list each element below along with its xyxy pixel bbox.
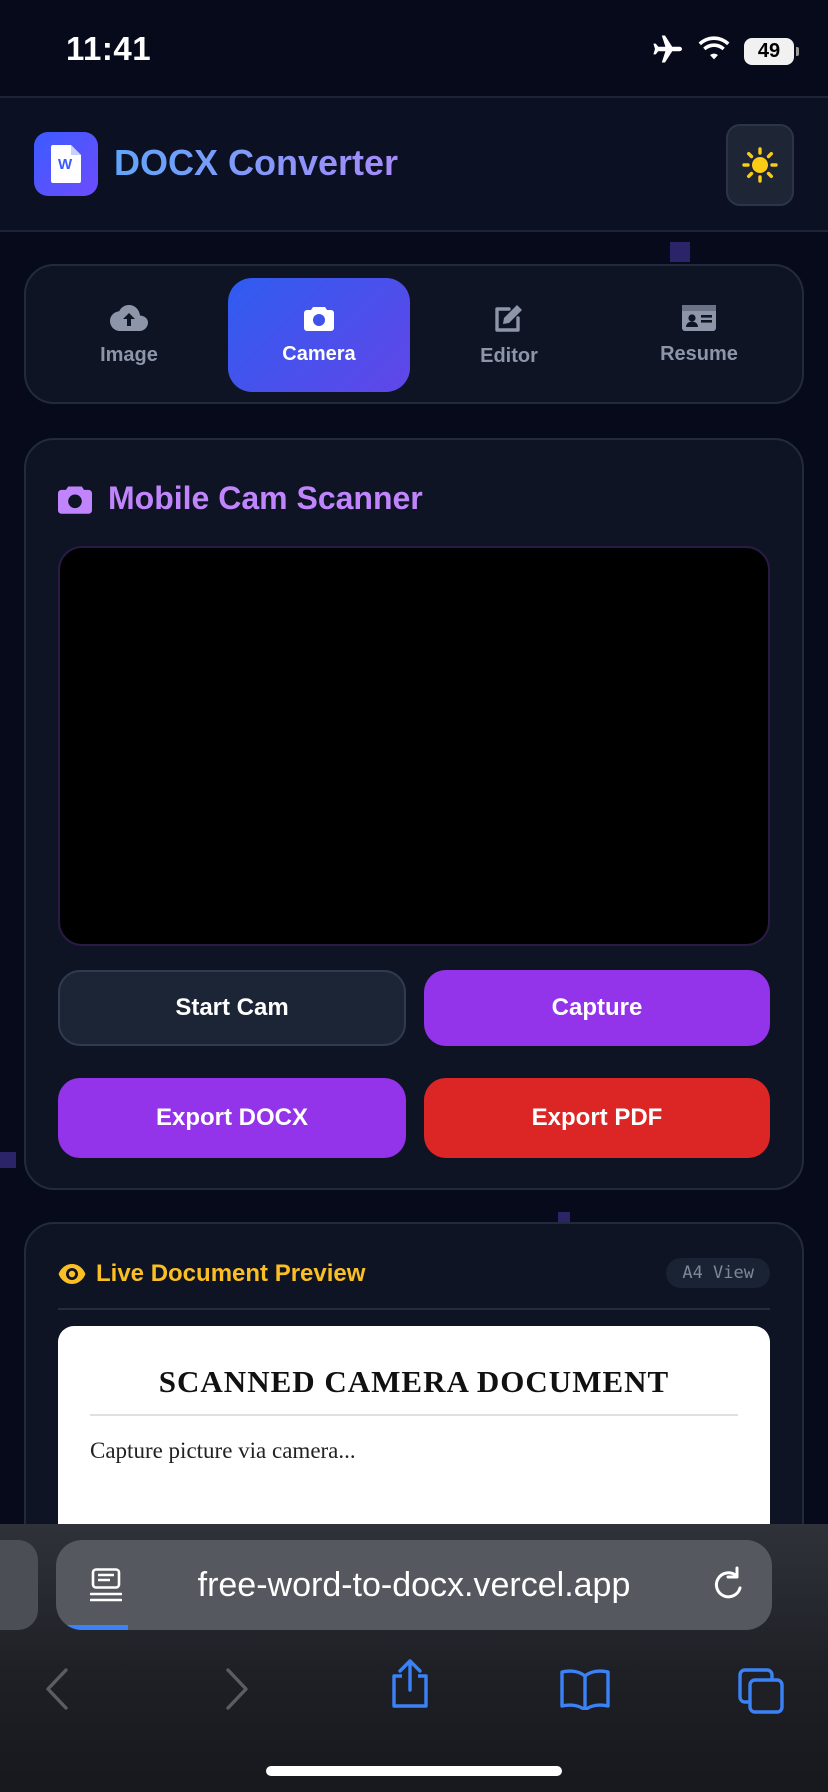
edit-icon	[495, 304, 522, 332]
browser-toolbar: free-word-to-docx.vercel.app	[0, 1524, 828, 1792]
camera-viewport	[58, 546, 770, 946]
status-time: 11:41	[66, 30, 152, 67]
start-cam-button[interactable]: Start Cam	[58, 970, 406, 1046]
decorative-square	[0, 1152, 16, 1168]
tab-label: Editor	[480, 344, 538, 367]
airplane-icon	[652, 34, 684, 69]
tab-label: Image	[100, 343, 158, 366]
divider	[58, 1308, 770, 1310]
decorative-square	[670, 242, 690, 262]
battery-icon: 49	[744, 38, 799, 65]
logo-letter: W	[58, 156, 73, 173]
address-bar[interactable]: free-word-to-docx.vercel.app	[56, 1540, 772, 1630]
previous-tab-pill[interactable]	[0, 1540, 38, 1630]
id-card-icon	[682, 304, 716, 331]
mode-tabs: Image Camera Editor Resume	[24, 264, 804, 404]
scanner-title-text: Mobile Cam Scanner	[108, 480, 423, 516]
page-load-progress	[56, 1625, 128, 1630]
a4-view-badge: A4 View	[666, 1258, 770, 1288]
status-icons: 49	[652, 34, 799, 69]
share-icon[interactable]	[388, 1658, 432, 1713]
sun-icon	[742, 147, 778, 183]
camera-icon	[58, 486, 92, 514]
app-header: W DOCX Converter	[0, 96, 828, 232]
theme-toggle-button[interactable]	[726, 124, 794, 206]
cam-scanner-card: Mobile Cam Scanner Start Cam Capture Exp…	[24, 438, 804, 1190]
url-text[interactable]: free-word-to-docx.vercel.app	[56, 1540, 772, 1630]
cloud-upload-icon	[110, 304, 148, 331]
reload-icon[interactable]	[710, 1566, 746, 1609]
forward-icon[interactable]	[224, 1668, 250, 1715]
tab-resume[interactable]: Resume	[608, 278, 790, 392]
status-bar: 11:41 49	[0, 0, 828, 96]
back-icon[interactable]	[44, 1668, 70, 1715]
wifi-icon	[698, 36, 730, 67]
tab-image[interactable]: Image	[38, 278, 220, 392]
capture-button[interactable]: Capture	[424, 970, 770, 1046]
scanner-title: Mobile Cam Scanner	[58, 480, 423, 517]
eye-icon	[58, 1264, 86, 1284]
app-logo: W	[34, 132, 98, 196]
app-title: DOCX Converter	[114, 142, 399, 183]
camera-icon	[304, 306, 334, 331]
export-pdf-button[interactable]: Export PDF	[424, 1078, 770, 1158]
browser-nav-row	[0, 1654, 828, 1734]
preview-title-text: Live Document Preview	[96, 1260, 366, 1287]
bookmarks-icon[interactable]	[560, 1668, 610, 1715]
tab-label: Camera	[282, 342, 356, 365]
document-body: Capture picture via camera...	[90, 1438, 356, 1463]
preview-title: Live Document Preview	[58, 1260, 365, 1288]
export-docx-button[interactable]: Export DOCX	[58, 1078, 406, 1158]
home-indicator[interactable]	[266, 1766, 562, 1776]
tabs-icon[interactable]	[738, 1668, 784, 1719]
tab-editor[interactable]: Editor	[418, 278, 600, 392]
tab-label: Resume	[660, 342, 738, 365]
document-heading: SCANNED CAMERA DOCUMENT	[90, 1364, 738, 1416]
tab-camera[interactable]: Camera	[228, 278, 410, 392]
